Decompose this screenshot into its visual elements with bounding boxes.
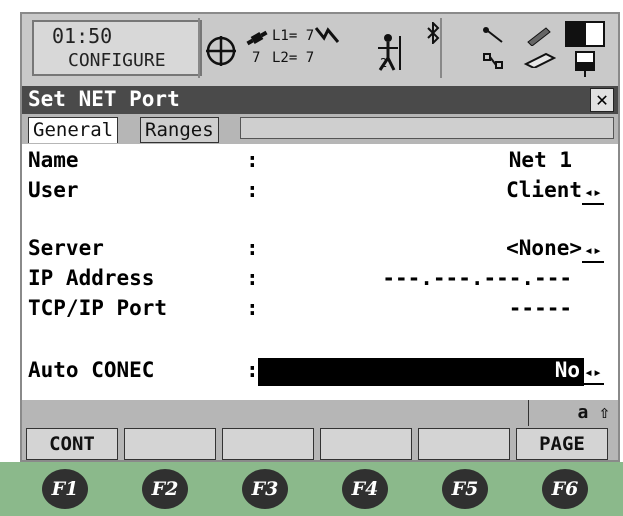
device-frame: 01:50 CONFIGURE 7 L1= 7 L2= 7 2 Set NET …: [0, 0, 623, 516]
field-colon: :: [246, 236, 259, 260]
pen-icon: [527, 27, 551, 46]
screen: 01:50 CONFIGURE 7 L1= 7 L2= 7 2 Set NET …: [20, 12, 620, 462]
field-label: Name: [28, 148, 79, 172]
field-user[interactable]: User : Client ◂▸: [22, 178, 618, 208]
page-title: Set NET Port: [28, 87, 180, 111]
f2-key[interactable]: F2: [142, 469, 188, 509]
time-mode-box: 01:50 CONFIGURE: [32, 20, 202, 76]
bluetooth-icon: [427, 22, 440, 44]
function-key-strip: F1 F2 F3 F4 F5 F6: [0, 462, 623, 516]
server-value[interactable]: <None>: [506, 236, 582, 260]
field-label: Server: [28, 236, 104, 260]
interface-icon: [483, 27, 503, 43]
battery-icon: [565, 21, 605, 47]
softkey-2[interactable]: [124, 428, 216, 460]
input-mode-box: a ⇧: [528, 400, 618, 426]
softkey-cont[interactable]: CONT: [26, 428, 118, 460]
field-auto-conec[interactable]: Auto CONEC : No ◂▸: [22, 358, 618, 388]
status-divider: [440, 18, 442, 78]
signal-icon: [314, 27, 340, 43]
field-label: Auto CONEC: [28, 358, 155, 382]
status-bar: 01:50 CONFIGURE 7 L1= 7 L2= 7 2: [22, 14, 618, 86]
device-memory-icon: [575, 51, 595, 77]
memory-card-icon: [523, 52, 556, 68]
softkey-4[interactable]: [320, 428, 412, 460]
tab-general[interactable]: General: [28, 117, 119, 143]
field-colon: :: [246, 296, 259, 320]
input-mode-indicator: a ⇧: [577, 402, 610, 423]
left-right-arrow-icon[interactable]: ◂▸: [582, 361, 604, 385]
field-label: TCP/IP Port: [28, 296, 168, 320]
softkey-5[interactable]: [418, 428, 510, 460]
field-colon: :: [246, 358, 259, 382]
softkey-3[interactable]: [222, 428, 314, 460]
selected-field-highlight[interactable]: No: [258, 358, 584, 386]
field-tcp-port[interactable]: TCP/IP Port : -----: [22, 296, 618, 326]
status-divider: [198, 18, 200, 78]
softkey-bar: CONT PAGE: [22, 426, 618, 460]
f1-key[interactable]: F1: [42, 469, 88, 509]
crosshair-icon: [206, 36, 236, 66]
f4-key[interactable]: F4: [342, 469, 388, 509]
mode-label: CONFIGURE: [68, 50, 166, 71]
f5-key[interactable]: F5: [442, 469, 488, 509]
field-ip-address[interactable]: IP Address : ---.---.---.---: [22, 266, 618, 296]
field-name[interactable]: Name : Net 1: [22, 148, 618, 178]
tab-strip-fill: [240, 117, 614, 139]
field-colon: :: [246, 148, 259, 172]
satellite-icon: [246, 30, 268, 46]
left-right-arrow-icon[interactable]: ◂▸: [582, 181, 604, 205]
rover-index: 2: [380, 56, 388, 70]
l1-count: L1= 7: [272, 28, 315, 44]
field-colon: :: [246, 266, 259, 290]
ip-value[interactable]: ---.---.---.---: [382, 266, 572, 290]
field-server[interactable]: Server : <None> ◂▸: [22, 236, 618, 266]
field-label: IP Address: [28, 266, 155, 290]
softkey-page[interactable]: PAGE: [516, 428, 608, 460]
network-icon: [483, 53, 503, 69]
shift-bar: a ⇧: [22, 400, 618, 426]
name-value[interactable]: Net 1: [509, 148, 572, 172]
field-colon: :: [246, 178, 259, 202]
clock: 01:50: [52, 24, 113, 48]
field-label: User: [28, 178, 79, 202]
form-panel: Name : Net 1 User : Client ◂▸ Server : <…: [22, 144, 618, 400]
l2-count: L2= 7: [272, 50, 315, 66]
f3-key[interactable]: F3: [242, 469, 288, 509]
port-value[interactable]: -----: [509, 296, 572, 320]
f6-key[interactable]: F6: [542, 469, 588, 509]
title-bar: Set NET Port ✕: [22, 86, 618, 114]
auto-conec-value[interactable]: No: [555, 358, 580, 382]
sat-count: 7: [252, 50, 261, 66]
close-button[interactable]: ✕: [590, 88, 614, 112]
left-right-arrow-icon[interactable]: ◂▸: [582, 239, 604, 263]
tab-ranges[interactable]: Ranges: [140, 117, 219, 143]
user-value[interactable]: Client: [506, 178, 582, 202]
tab-row: General Ranges: [22, 114, 618, 144]
